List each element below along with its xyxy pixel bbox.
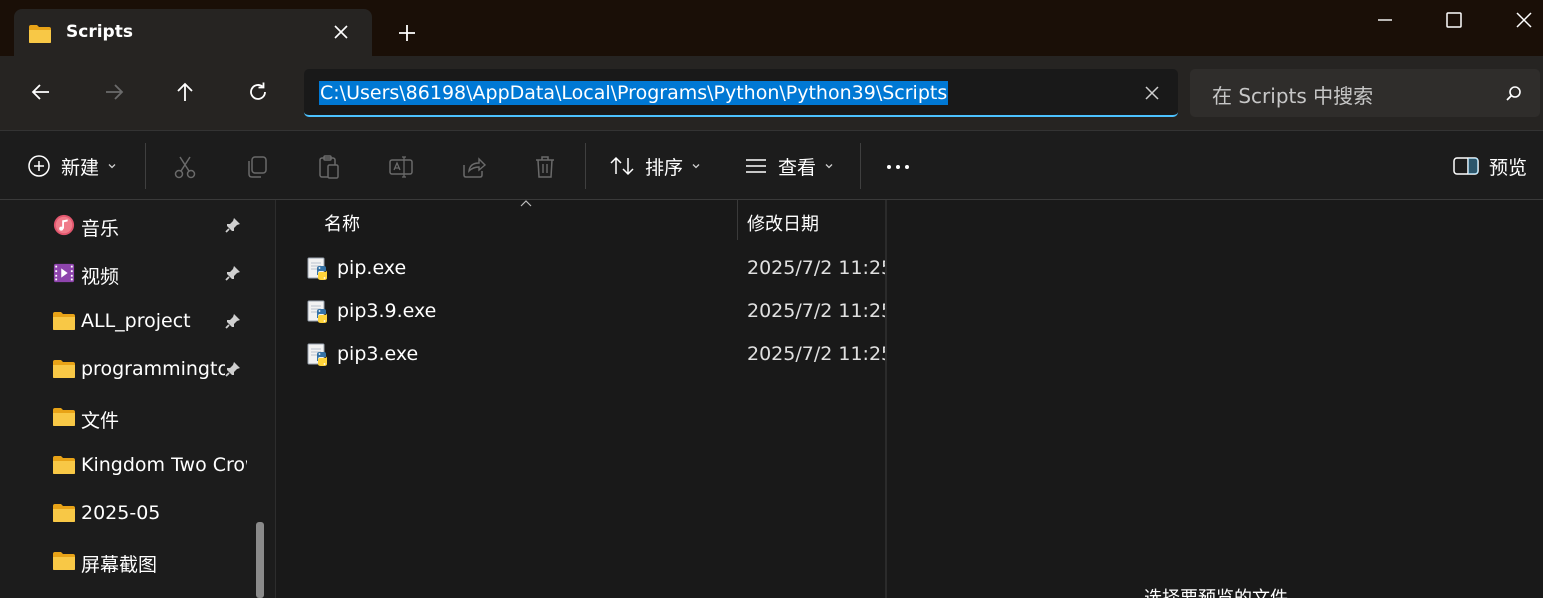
preview-pane: 选择要预览的文件。 bbox=[885, 200, 1543, 598]
sidebar-item-screenshots[interactable]: 屏幕截图 bbox=[0, 540, 250, 580]
view-label: 查看 bbox=[778, 156, 817, 179]
sidebar-item-files[interactable]: 文件 bbox=[0, 396, 250, 436]
view-list-icon bbox=[746, 159, 766, 173]
sidebar-item-videos[interactable]: 视频 bbox=[0, 252, 250, 292]
tab-title: Scripts bbox=[66, 22, 133, 42]
folder-icon bbox=[52, 310, 76, 332]
more-options-icon[interactable] bbox=[884, 153, 912, 181]
pin-icon[interactable] bbox=[224, 312, 242, 330]
folder-icon bbox=[28, 23, 52, 45]
preview-message: 选择要预览的文件。 bbox=[1144, 584, 1306, 598]
new-button[interactable]: 新建 bbox=[27, 149, 117, 183]
file-date: 2025/7/2 11:25 bbox=[747, 300, 894, 322]
maximize-icon[interactable] bbox=[1442, 8, 1466, 32]
refresh-icon[interactable] bbox=[246, 80, 270, 104]
delete-icon[interactable] bbox=[531, 153, 559, 181]
pin-icon[interactable] bbox=[224, 216, 242, 234]
file-date: 2025/7/2 11:25 bbox=[747, 343, 894, 365]
clear-address-icon[interactable] bbox=[1142, 83, 1162, 103]
folder-icon bbox=[52, 406, 76, 428]
toolbar-divider bbox=[585, 143, 586, 189]
sidebar-item-label: 屏幕截图 bbox=[81, 554, 158, 576]
close-window-icon[interactable] bbox=[1512, 8, 1536, 32]
folder-icon bbox=[52, 454, 76, 476]
sort-button[interactable]: 排序 bbox=[609, 149, 701, 183]
file-name: pip3.exe bbox=[337, 343, 419, 365]
chevron-down-icon bbox=[824, 161, 834, 171]
column-header-date[interactable]: 修改日期 bbox=[747, 210, 819, 250]
forward-arrow-icon[interactable] bbox=[102, 80, 126, 104]
file-date: 2025/7/2 11:25 bbox=[747, 257, 894, 279]
cut-icon[interactable] bbox=[171, 153, 199, 181]
file-row[interactable]: pip3.9.exe 2025/7/2 11:25 bbox=[277, 291, 893, 331]
minimize-icon[interactable] bbox=[1373, 8, 1397, 32]
pin-icon[interactable] bbox=[224, 264, 242, 282]
view-button[interactable]: 查看 bbox=[744, 149, 834, 183]
file-row[interactable]: pip3.exe 2025/7/2 11:25 bbox=[277, 334, 893, 374]
share-icon[interactable] bbox=[459, 153, 487, 181]
paste-icon[interactable] bbox=[315, 153, 343, 181]
close-tab-icon[interactable] bbox=[330, 21, 352, 43]
preview-pane-icon bbox=[1453, 157, 1479, 175]
file-name: pip3.9.exe bbox=[337, 300, 437, 322]
chevron-down-icon bbox=[107, 161, 117, 171]
new-label: 新建 bbox=[61, 156, 100, 179]
sidebar-item-label: programmingtools bbox=[81, 358, 225, 380]
sidebar-item-label: Kingdom Two Crowns bbox=[81, 454, 247, 476]
toolbar-divider bbox=[145, 143, 146, 189]
sort-icon bbox=[610, 156, 634, 176]
sort-ascending-icon bbox=[520, 200, 532, 207]
pin-icon[interactable] bbox=[224, 360, 242, 378]
add-circle-icon bbox=[28, 155, 50, 177]
file-list: 名称 修改日期 pip.exe 2025/7/2 11:25 pip3.9.ex… bbox=[277, 200, 893, 598]
sidebar-item-all-project[interactable]: ALL_project bbox=[0, 300, 250, 340]
address-bar[interactable]: C:\Users\86198\AppData\Local\Programs\Py… bbox=[304, 69, 1178, 117]
column-divider[interactable] bbox=[737, 200, 738, 240]
search-icon[interactable] bbox=[1504, 84, 1524, 104]
preview-label: 预览 bbox=[1489, 156, 1528, 179]
folder-icon bbox=[52, 358, 76, 380]
search-placeholder: 在 Scripts 中搜索 bbox=[1212, 84, 1374, 108]
address-path[interactable]: C:\Users\86198\AppData\Local\Programs\Py… bbox=[319, 81, 949, 105]
column-header-name[interactable]: 名称 bbox=[324, 210, 360, 250]
sort-label: 排序 bbox=[645, 156, 684, 179]
sidebar-item-label: 文件 bbox=[81, 410, 120, 432]
up-arrow-icon[interactable] bbox=[173, 80, 197, 104]
music-icon bbox=[53, 214, 75, 236]
back-arrow-icon[interactable] bbox=[29, 80, 53, 104]
sidebar-item-label: ALL_project bbox=[81, 310, 191, 332]
navigation-bar: C:\Users\86198\AppData\Local\Programs\Py… bbox=[0, 56, 1543, 130]
chevron-down-icon bbox=[691, 161, 701, 171]
python-exe-icon bbox=[305, 256, 331, 282]
video-icon bbox=[53, 263, 75, 283]
folder-icon bbox=[52, 550, 76, 572]
sidebar-item-label: 2025-05 bbox=[81, 502, 161, 524]
file-name: pip.exe bbox=[337, 257, 407, 279]
sidebar-item-music[interactable]: 音乐 bbox=[0, 204, 250, 244]
new-tab-icon[interactable] bbox=[394, 20, 420, 46]
sidebar-item-label: 视频 bbox=[81, 266, 120, 288]
sidebar-item-programmingtools[interactable]: programmingtools bbox=[0, 348, 250, 388]
copy-icon[interactable] bbox=[243, 153, 271, 181]
sidebar-item-2025-05[interactable]: 2025-05 bbox=[0, 492, 250, 532]
folder-icon bbox=[52, 502, 76, 524]
command-bar: 新建 排序 查看 预览 bbox=[0, 130, 1543, 200]
rename-icon[interactable] bbox=[387, 153, 415, 181]
navigation-pane: 音乐 视频 ALL_project programmingtools 文件 Ki… bbox=[0, 200, 276, 598]
search-input[interactable]: 在 Scripts 中搜索 bbox=[1190, 69, 1540, 117]
sidebar-item-kingdom-two-crowns[interactable]: Kingdom Two Crowns bbox=[0, 444, 250, 484]
title-bar: Scripts bbox=[0, 0, 1543, 56]
python-exe-icon bbox=[305, 342, 331, 368]
preview-pane-button[interactable]: 预览 bbox=[1453, 149, 1527, 183]
tab-scripts[interactable]: Scripts bbox=[14, 9, 372, 56]
file-row[interactable]: pip.exe 2025/7/2 11:25 bbox=[277, 248, 893, 288]
sidebar-item-label: 音乐 bbox=[81, 218, 120, 240]
python-exe-icon bbox=[305, 299, 331, 325]
toolbar-divider bbox=[860, 143, 861, 189]
sidebar-scrollbar[interactable] bbox=[256, 522, 264, 598]
